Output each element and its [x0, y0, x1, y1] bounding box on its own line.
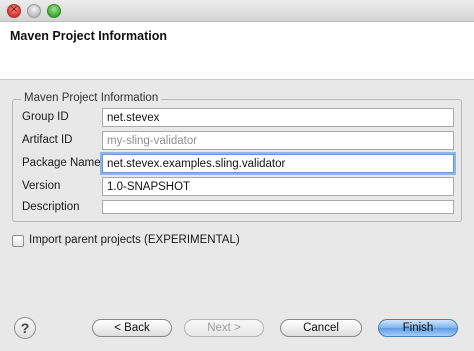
close-window-button[interactable]: ×	[7, 4, 21, 18]
wizard-content: Maven Project Information Group ID Artif…	[0, 81, 474, 301]
group-id-label: Group ID	[22, 111, 69, 123]
artifact-id-row: Artifact ID	[22, 131, 454, 151]
package-name-row: Package Name	[22, 154, 454, 174]
wizard-title: Maven Project Information	[10, 29, 167, 43]
import-parent-label[interactable]: Import parent projects (EXPERIMENTAL)	[29, 234, 240, 246]
description-row: Description	[22, 198, 454, 218]
description-field[interactable]	[102, 200, 454, 214]
artifact-id-label: Artifact ID	[22, 134, 73, 146]
close-icon: ×	[9, 4, 19, 15]
group-label: Maven Project Information	[21, 92, 162, 104]
description-label: Description	[22, 201, 80, 213]
next-button[interactable]: Next >	[184, 319, 264, 337]
version-field[interactable]	[102, 177, 454, 196]
help-icon[interactable]: ?	[14, 317, 36, 339]
finish-button[interactable]: Finish	[378, 319, 458, 337]
version-row: Version	[22, 177, 454, 197]
cancel-button[interactable]: Cancel	[280, 319, 362, 337]
group-id-row: Group ID	[22, 108, 454, 128]
package-name-label: Package Name	[22, 157, 101, 169]
wizard-footer: ? < Back Next > Cancel Finish	[0, 301, 474, 351]
group-id-field[interactable]	[102, 108, 454, 127]
wizard-header: Maven Project Information	[0, 22, 474, 80]
package-name-field[interactable]	[102, 154, 454, 173]
import-parent-checkbox[interactable]	[12, 235, 24, 247]
artifact-id-field[interactable]	[102, 131, 454, 150]
window-titlebar: ×	[0, 0, 474, 22]
back-button[interactable]: < Back	[92, 319, 172, 337]
maven-info-group: Maven Project Information Group ID Artif…	[12, 92, 462, 222]
version-label: Version	[22, 180, 61, 192]
minimize-window-button[interactable]	[27, 4, 41, 18]
zoom-window-button[interactable]	[47, 4, 61, 18]
